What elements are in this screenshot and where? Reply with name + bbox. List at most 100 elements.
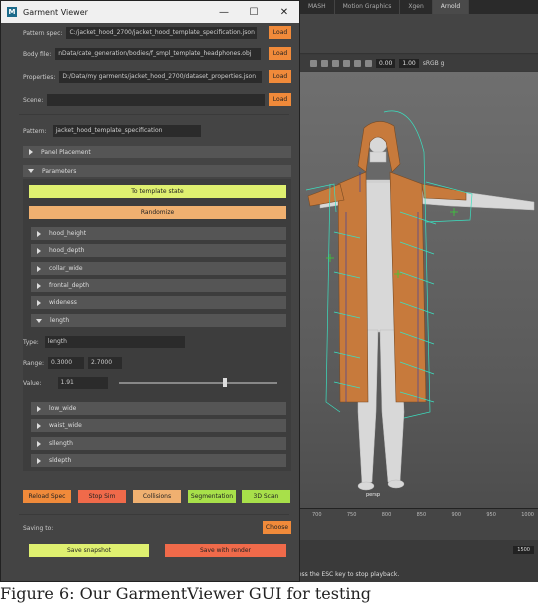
scene-row: Scene: [23,94,266,106]
panel-placement-label: Panel Placement [41,148,91,156]
3d-scan-button[interactable]: 3D Scan [242,490,290,503]
saving-row: Saving to: [23,522,264,534]
pattern-spec-load-button[interactable]: Load [269,26,291,39]
timeline-tick: 700 [312,512,322,518]
expand-arrow-icon [37,422,41,429]
choose-folder-button[interactable]: Choose [263,521,291,534]
param-low-wide[interactable]: low_wide [31,402,286,415]
param-collar-wide[interactable]: collar_wide [31,262,286,275]
parameters-label: Parameters [42,167,77,175]
scene-label: Scene: [23,96,44,104]
body-file-path[interactable]: nData/cate_generation/bodies/f_smpl_temp… [55,48,262,60]
maya-viewport[interactable] [300,72,538,508]
range-min-field[interactable]: 0.3000 [48,357,85,369]
expand-arrow-icon [37,405,41,412]
to-template-button[interactable]: To template state [29,185,286,198]
expand-arrow-icon [37,299,41,306]
pattern-spec-label: Pattern spec: [23,29,63,37]
maya-range-slider[interactable]: 1500 [300,540,538,570]
maya-tab-xgen[interactable]: Xgen [400,0,433,14]
saving-label: Saving to: [23,524,54,532]
param-range-row: Range: 0.3000 2.7000 [23,357,123,369]
range-end-field[interactable]: 1500 [513,546,534,554]
properties-load-button[interactable]: Load [269,70,291,83]
save-with-render-button[interactable]: Save with render [165,544,286,557]
timeline-tick: 750 [346,512,357,518]
panel-placement-section[interactable]: Panel Placement [23,146,291,158]
properties-path[interactable]: D:/Data/my garments/jacket_hood_2700/dat… [59,71,263,83]
segmentation-button[interactable]: Segmentation [188,490,236,503]
param-label: waist_wide [49,422,82,429]
xray-icon[interactable] [365,59,372,67]
scene-path[interactable] [47,94,266,106]
timeline-tick: 800 [381,512,392,518]
wireframe-icon[interactable] [332,59,339,67]
lighting-icon[interactable] [354,59,361,67]
pattern-name: jacket_hood_template_specification [52,125,201,137]
value-slider[interactable] [119,382,277,384]
param-label: hood_depth [49,247,85,254]
pattern-row: Pattern: jacket_hood_template_specificat… [23,125,201,137]
range-label: Range: [23,359,45,367]
param-hood-height[interactable]: hood_height [31,227,286,240]
maya-viewport-toolbar: 0.00 1.00 sRGB g [300,55,538,71]
type-value: length [44,336,185,348]
expand-arrow-icon [37,265,41,272]
body-file-label: Body file: [23,50,52,58]
param-label: collar_wide [49,265,83,272]
param-sldepth[interactable]: sldepth [31,454,286,467]
param-wideness[interactable]: wideness [31,296,286,309]
range-max-field[interactable]: 2.7000 [88,357,123,369]
param-label: length [50,317,70,324]
expand-arrow-icon [37,457,41,464]
maya-timeline[interactable]: 700 750 800 850 900 950 1000 [300,508,538,540]
param-label: sldepth [49,457,72,464]
param-sllength[interactable]: sllength [31,437,286,450]
maya-tab-motion-graphics[interactable]: Motion Graphics [335,0,401,14]
maya-status-message: Press the ESC key to stop playback. [292,571,400,578]
window-titlebar[interactable]: M Garment Viewer — ☐ ✕ [1,1,299,23]
randomize-button[interactable]: Randomize [29,206,286,219]
timeline-ticks: 700 750 800 850 900 950 1000 [300,509,538,518]
body-file-load-button[interactable]: Load [269,47,291,60]
value-field[interactable]: 1.91 [57,377,108,389]
expand-arrow-icon [37,282,41,289]
type-label: Type: [23,338,39,346]
shading-icon[interactable] [343,59,350,67]
reload-spec-button[interactable]: Reload Spec [23,490,71,503]
minimize-button[interactable]: — [209,1,239,23]
param-hood-depth[interactable]: hood_depth [31,244,286,257]
close-button[interactable]: ✕ [269,1,299,23]
expand-arrow-icon [29,149,33,155]
pattern-spec-path[interactable]: C:/jacket_hood_2700/jacket_hood_template… [66,27,258,39]
maximize-button[interactable]: ☐ [239,1,269,23]
value-slider-handle[interactable] [222,378,227,387]
stop-sim-button[interactable]: Stop Sim [78,490,126,503]
properties-label: Properties: [23,73,56,81]
maya-tab-arnold[interactable]: Arnold [432,0,470,14]
garment-viewer-window: M Garment Viewer — ☐ ✕ Pattern spec: C:/… [0,0,300,582]
maya-tab-mash[interactable]: MASH [300,0,335,14]
timeline-tick: 900 [451,512,462,518]
gamma-field[interactable]: 1.00 [399,58,419,68]
window-controls: — ☐ ✕ [209,1,299,23]
param-length[interactable]: length [31,314,286,327]
scene-load-button[interactable]: Load [269,93,291,106]
param-label: sllength [49,440,73,447]
color-space-label[interactable]: sRGB g [423,60,445,67]
param-frontal-depth[interactable]: frontal_depth [31,279,286,292]
save-snapshot-button[interactable]: Save snapshot [29,544,149,557]
screenshot: MASH Motion Graphics Xgen Arnold 0.00 1.… [0,0,538,582]
timeline-tick: 950 [486,512,496,518]
exposure-field[interactable]: 0.00 [376,58,396,68]
param-label: hood_height [49,230,87,237]
collisions-button[interactable]: Collisions [133,490,181,503]
expand-arrow-icon [37,230,41,237]
camera-name-label: persp [366,492,381,498]
param-value-row: Value: 1.91 [23,377,108,389]
parameters-section[interactable]: Parameters [23,165,291,177]
param-waist-wide[interactable]: waist_wide [31,419,286,432]
param-label: wideness [49,299,77,306]
grid-icon[interactable] [321,59,328,67]
camera-icon[interactable] [310,59,317,67]
